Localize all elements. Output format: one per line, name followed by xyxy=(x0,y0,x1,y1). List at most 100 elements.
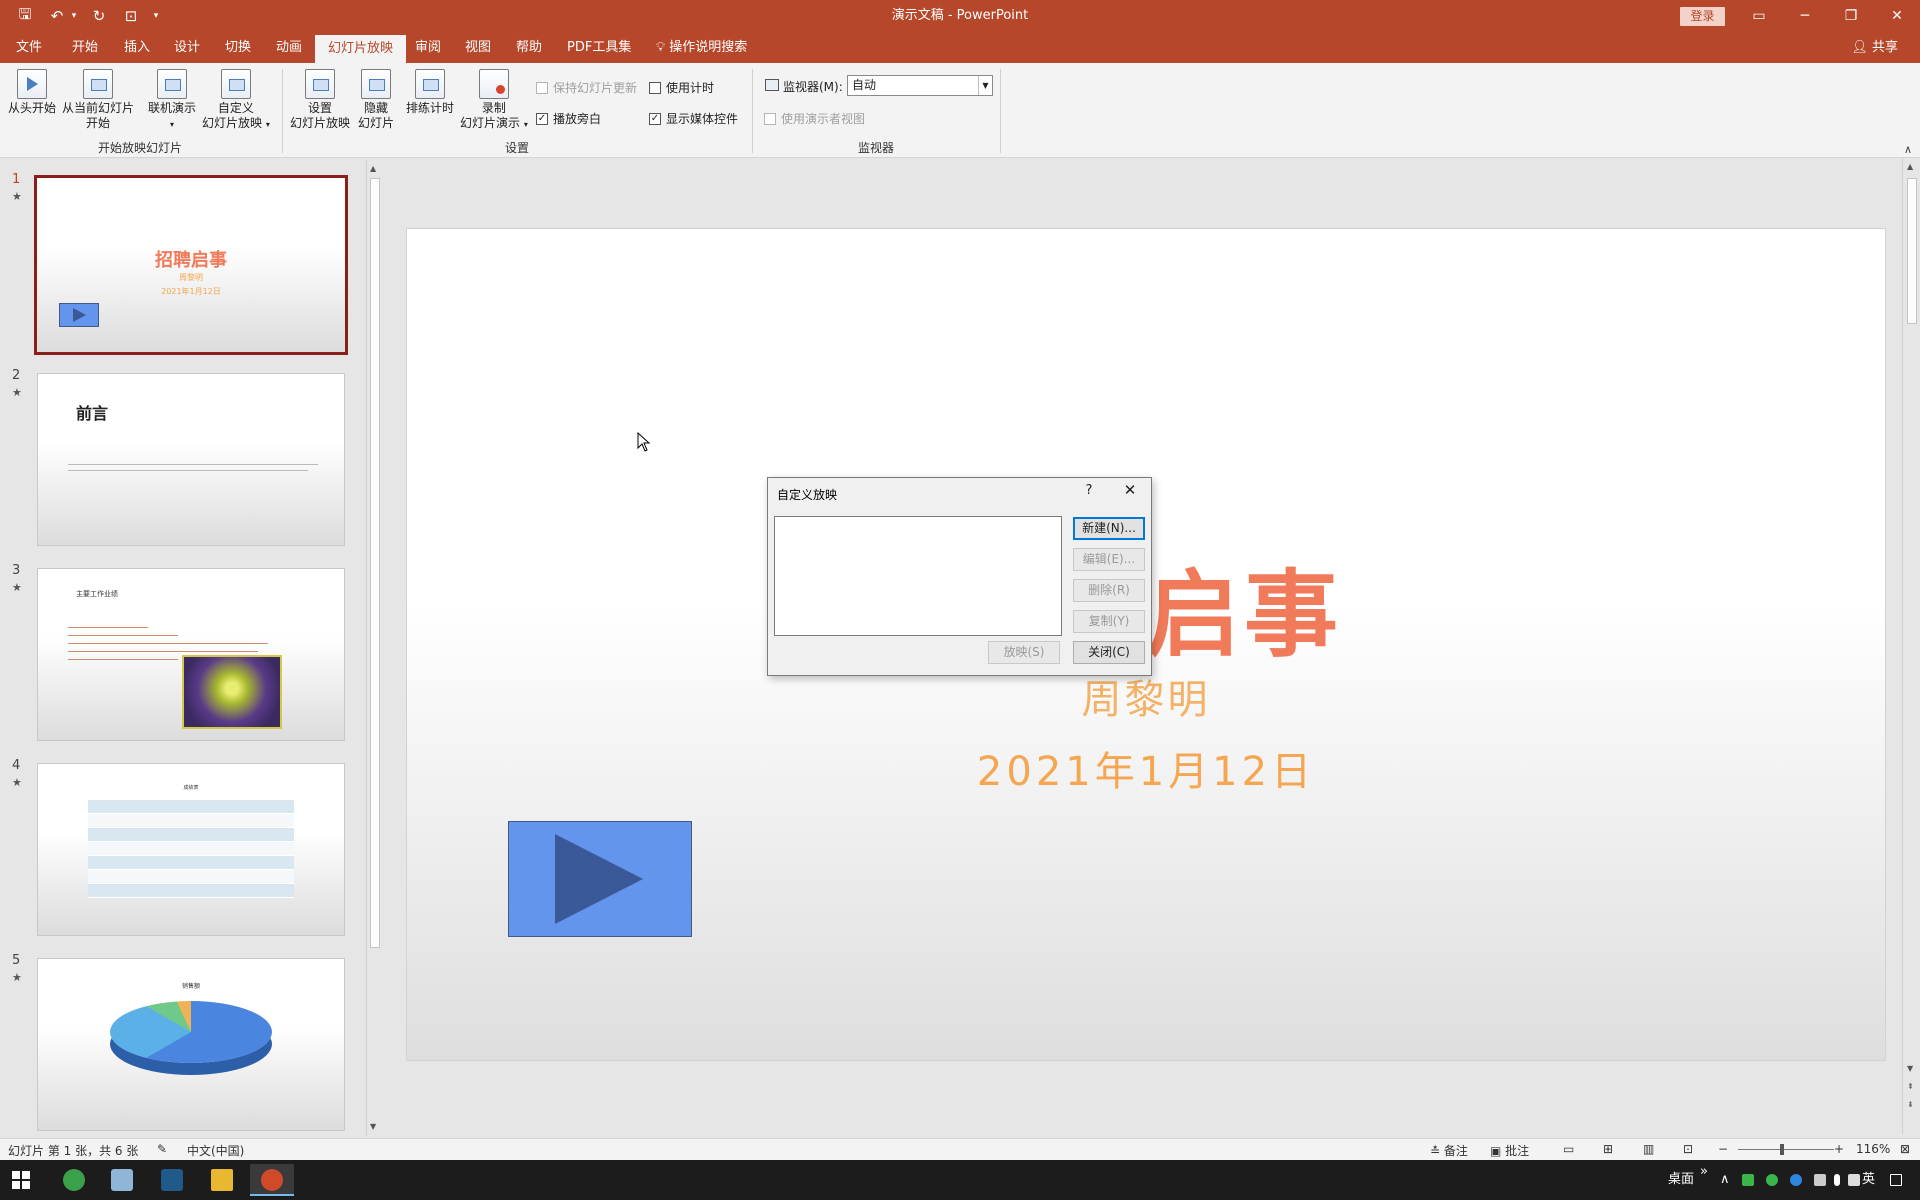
minimize-icon[interactable]: ─ xyxy=(1782,0,1828,32)
taskbar-app-powerpoint[interactable] xyxy=(250,1164,294,1196)
rehearse-timings-button[interactable]: 排练计时 xyxy=(406,69,454,116)
from-current-slide-button[interactable]: 从当前幻灯片 开始 xyxy=(62,69,134,131)
taskbar-app-explorer[interactable] xyxy=(200,1164,244,1196)
slideshow-view-icon[interactable]: ⊡ xyxy=(1683,1142,1693,1156)
tab-view[interactable]: 视图 xyxy=(465,32,491,63)
slide-number: 2 xyxy=(12,368,21,383)
toolbar-chevron-icon[interactable]: » xyxy=(1700,1152,1708,1192)
restore-icon[interactable]: ❐ xyxy=(1828,0,1874,32)
ime-mode-icon[interactable] xyxy=(1890,1174,1902,1186)
collapse-ribbon-icon[interactable]: ∧ xyxy=(1904,143,1912,156)
scrollbar-thumb[interactable] xyxy=(1907,178,1917,324)
tab-insert[interactable]: 插入 xyxy=(124,32,150,63)
tray-app-icon[interactable] xyxy=(1766,1174,1778,1186)
close-dialog-button[interactable]: 关闭(C) xyxy=(1073,641,1145,664)
thumbnails-scrollbar[interactable]: ▲ ▼ xyxy=(366,160,382,1136)
save-icon[interactable]: 🖫 xyxy=(14,4,36,29)
tray-battery-icon[interactable] xyxy=(1814,1174,1826,1186)
monitor-select[interactable]: 自动 ▼ xyxy=(847,75,993,96)
zoom-out-button[interactable]: − xyxy=(1718,1142,1728,1156)
lightbulb-icon: 💡︎ xyxy=(656,40,666,55)
tab-transitions[interactable]: 切换 xyxy=(225,32,251,63)
zoom-slider-track[interactable] xyxy=(1738,1149,1834,1150)
fit-to-window-icon[interactable]: ⊠ xyxy=(1900,1142,1910,1156)
language-status[interactable]: 中文(中国) xyxy=(187,1142,244,1159)
slide-thumbnail-5[interactable]: 销售额 xyxy=(37,958,345,1131)
share-button[interactable]: 👤︎ 共享 xyxy=(1851,32,1898,63)
customize-qat-icon[interactable]: ▾ xyxy=(152,11,160,21)
tab-help[interactable]: 帮助 xyxy=(516,32,542,63)
tab-slideshow[interactable]: 幻灯片放映 xyxy=(315,35,407,63)
taskbar-app-media[interactable] xyxy=(150,1164,194,1196)
edit-show-button[interactable]: 编辑(E)... xyxy=(1073,548,1145,571)
tray-expand-icon[interactable]: ∧ xyxy=(1720,1160,1730,1200)
desktop-toolbar-label[interactable]: 桌面 xyxy=(1668,1160,1694,1200)
tab-home[interactable]: 开始 xyxy=(72,32,98,63)
zoom-level[interactable]: 116% xyxy=(1856,1142,1890,1156)
slide-thumbnail-3[interactable]: 主要工作业绩 xyxy=(37,568,345,741)
tray-wechat-icon[interactable] xyxy=(1742,1174,1754,1186)
tab-animations[interactable]: 动画 xyxy=(276,32,302,63)
close-icon[interactable]: ✕ xyxy=(1118,481,1142,499)
undo-icon[interactable]: ↶ xyxy=(46,7,68,25)
spellcheck-icon[interactable]: ✎ xyxy=(157,1142,167,1156)
presenter-view-checkbox[interactable]: 使用演示者视图 xyxy=(764,110,865,127)
present-from-start-icon[interactable]: ⊡ xyxy=(120,7,142,25)
slide-date[interactable]: 2021年1月12日 xyxy=(407,739,1885,797)
next-slide-icon[interactable]: ⇟ xyxy=(1907,1100,1914,1109)
custom-shows-list[interactable] xyxy=(774,516,1062,636)
taskbar-app-browser[interactable] xyxy=(52,1164,96,1196)
tell-me-search[interactable]: 💡︎ 操作说明搜索 xyxy=(656,32,747,63)
scroll-down-icon[interactable]: ▼ xyxy=(1907,1064,1913,1073)
chevron-down-icon: ▼ xyxy=(978,76,992,95)
editor-scrollbar[interactable]: ▲ ▼ ⇞ ⇟ xyxy=(1902,158,1920,1134)
reading-view-icon[interactable]: ▥ xyxy=(1643,1142,1654,1156)
ribbon-display-options-icon[interactable]: ▭ xyxy=(1736,0,1782,32)
setup-slideshow-button[interactable]: 设置 幻灯片放映 xyxy=(290,69,350,131)
scroll-down-icon[interactable]: ▼ xyxy=(370,1122,376,1131)
online-present-button[interactable]: 联机演示 ▾ xyxy=(148,69,196,132)
show-button[interactable]: 放映(S) xyxy=(988,641,1060,664)
use-timings-checkbox[interactable]: 使用计时 xyxy=(649,79,714,96)
from-beginning-button[interactable]: 从头开始 xyxy=(8,69,56,116)
network-icon[interactable] xyxy=(1848,1174,1860,1186)
tab-design[interactable]: 设计 xyxy=(174,32,200,63)
comments-button[interactable]: ▣ 批注 xyxy=(1490,1142,1529,1159)
scrollbar-thumb[interactable] xyxy=(370,178,380,948)
scroll-up-icon[interactable]: ▲ xyxy=(1907,162,1913,171)
previous-slide-icon[interactable]: ⇞ xyxy=(1907,1082,1914,1091)
redo-icon[interactable]: ↻ xyxy=(88,7,110,25)
slide-sorter-icon[interactable]: ⊞ xyxy=(1603,1142,1613,1156)
custom-slideshow-button[interactable]: 自定义 幻灯片放映 ▾ xyxy=(202,69,270,132)
zoom-slider-thumb[interactable] xyxy=(1780,1144,1784,1155)
record-slideshow-button[interactable]: 录制 幻灯片演示 ▾ xyxy=(460,69,528,132)
ime-language-indicator[interactable]: 英 xyxy=(1862,1160,1875,1200)
slide-thumbnail-4[interactable]: 成绩表 xyxy=(37,763,345,936)
login-button[interactable]: 登录 xyxy=(1680,7,1725,26)
delete-show-button[interactable]: 删除(R) xyxy=(1073,579,1145,602)
play-narration-checkbox[interactable]: ✓ 播放旁白 xyxy=(536,110,601,127)
zoom-in-button[interactable]: + xyxy=(1834,1142,1844,1156)
undo-dropdown-icon[interactable]: ▾ xyxy=(70,11,78,21)
taskbar-app-notes[interactable] xyxy=(100,1164,144,1196)
tab-pdf-tools[interactable]: PDF工具集 xyxy=(567,32,631,63)
hide-slide-button[interactable]: 隐藏 幻灯片 xyxy=(358,69,394,131)
close-window-icon[interactable]: ✕ xyxy=(1874,0,1920,32)
copy-show-button[interactable]: 复制(Y) xyxy=(1073,610,1145,633)
slide-count-status[interactable]: 幻灯片 第 1 张，共 6 张 xyxy=(8,1142,138,1159)
slide-thumbnail-1[interactable]: 招聘启事 周黎明 2021年1月12日 xyxy=(34,175,348,355)
keep-slides-updated-checkbox[interactable]: 保持幻灯片更新 xyxy=(536,79,637,96)
help-icon[interactable]: ? xyxy=(1079,483,1099,498)
normal-view-icon[interactable]: ▭ xyxy=(1563,1142,1574,1156)
tray-security-icon[interactable] xyxy=(1790,1174,1802,1186)
tab-review[interactable]: 审阅 xyxy=(415,32,441,63)
windows-start-icon[interactable] xyxy=(12,1171,30,1189)
notes-button[interactable]: ≛ 备注 xyxy=(1430,1142,1468,1159)
scroll-up-icon[interactable]: ▲ xyxy=(370,164,376,173)
microphone-icon[interactable] xyxy=(1834,1174,1840,1186)
slide-thumbnail-2[interactable]: 前言 xyxy=(37,373,345,546)
new-show-button[interactable]: 新建(N)... xyxy=(1073,517,1145,540)
play-action-button[interactable] xyxy=(508,821,692,937)
show-media-controls-checkbox[interactable]: ✓ 显示媒体控件 xyxy=(649,110,738,127)
tab-file[interactable]: 文件 xyxy=(16,32,42,63)
